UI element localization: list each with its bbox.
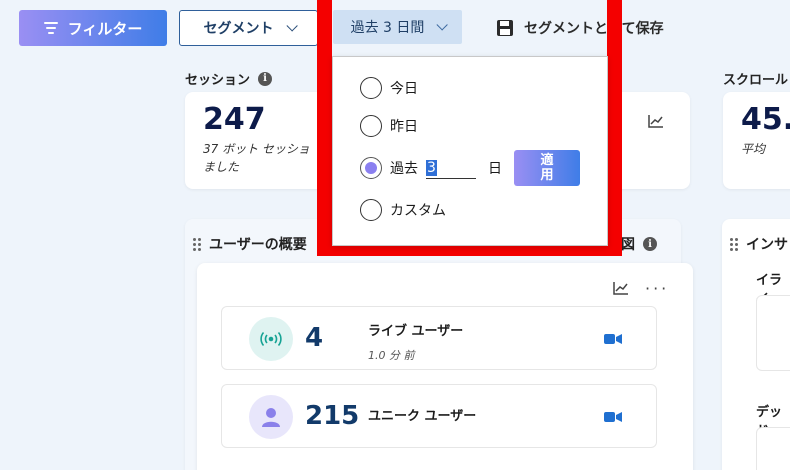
live-users-value: 4 — [305, 323, 324, 353]
info-icon[interactable]: i — [258, 71, 273, 86]
map-title-wrap: 図 i — [621, 234, 657, 254]
unique-users-text: ユニーク ユーザー — [368, 405, 476, 424]
scroll-label: スクロール — [723, 73, 789, 88]
table-row: 4 ライブ ユーザー 1.0 分 前 — [221, 306, 657, 370]
user-icon — [249, 395, 293, 439]
trend-chart-icon[interactable] — [648, 114, 664, 128]
scroll-label-wrap: スクロール — [723, 69, 788, 88]
date-range-menu: 今日 昨日 過去 3 日 適 用 カスタム — [332, 56, 608, 246]
segment-dropdown-label: セグメント — [203, 21, 274, 37]
unique-users-value: 215 — [305, 401, 360, 431]
scroll-card: 45.3 平均 — [723, 92, 790, 189]
video-camera-icon[interactable] — [604, 411, 622, 423]
user-overview-title: ユーザーの概要 — [209, 237, 307, 253]
apply-button[interactable]: 適 用 — [514, 150, 580, 186]
radio-past-days[interactable] — [360, 157, 382, 179]
sessions-subtext: 37 ボット セッショ ました — [203, 140, 310, 176]
insights-title-wrap: インサ — [730, 234, 788, 254]
more-options-icon[interactable]: ··· — [645, 279, 669, 298]
chevron-down-icon — [285, 20, 298, 32]
video-camera-icon[interactable] — [604, 333, 622, 345]
radio-today[interactable] — [360, 77, 382, 99]
trend-chart-icon[interactable] — [613, 281, 629, 295]
user-overview-title-wrap: ユーザーの概要 — [193, 234, 307, 254]
option-yesterday-label: 昨日 — [390, 119, 418, 135]
option-past-prefix: 過去 — [390, 161, 418, 177]
drag-handle-icon[interactable] — [730, 237, 738, 251]
sessions-label: セッション — [185, 73, 251, 88]
past-days-input[interactable]: 3 — [426, 157, 476, 179]
sessions-label-wrap: セッション i — [185, 69, 273, 88]
filter-button-label: フィルター — [67, 19, 143, 38]
live-users-text: ライブ ユーザー 1.0 分 前 — [368, 320, 463, 363]
filter-icon — [43, 22, 58, 34]
segment-dropdown[interactable]: セグメント — [179, 10, 318, 46]
unique-users-name: ユニーク ユーザー — [368, 409, 477, 424]
sessions-subtext-line2: ました — [203, 160, 240, 174]
insights-item-card — [756, 427, 790, 470]
scroll-value: 45.3 — [741, 102, 790, 137]
insights-title: インサ — [746, 237, 788, 253]
sessions-subtext-line1: 37 ボット セッショ — [203, 142, 310, 156]
option-today[interactable]: 今日 — [360, 77, 418, 99]
past-days-value: 3 — [426, 159, 437, 176]
option-past-suffix: 日 — [488, 161, 502, 177]
radio-custom[interactable] — [360, 199, 382, 221]
sessions-value: 247 — [203, 102, 266, 137]
live-users-name: ライブ ユーザー — [368, 324, 464, 339]
scroll-subtext: 平均 — [741, 142, 766, 156]
option-custom[interactable]: カスタム — [360, 199, 446, 221]
table-row: 215 ユニーク ユーザー — [221, 384, 657, 448]
option-past-days[interactable]: 過去 3 日 — [360, 157, 502, 179]
option-custom-label: カスタム — [390, 203, 446, 219]
radio-yesterday[interactable] — [360, 115, 382, 137]
live-users-time: 1.0 分 前 — [368, 349, 415, 362]
insights-item-card — [756, 295, 790, 371]
option-today-label: 今日 — [390, 81, 418, 97]
filter-button[interactable]: フィルター — [19, 10, 167, 46]
option-yesterday[interactable]: 昨日 — [360, 115, 418, 137]
map-title: 図 — [621, 237, 635, 253]
info-icon[interactable]: i — [643, 237, 657, 251]
live-signal-icon — [249, 317, 293, 361]
drag-handle-icon[interactable] — [193, 237, 201, 251]
